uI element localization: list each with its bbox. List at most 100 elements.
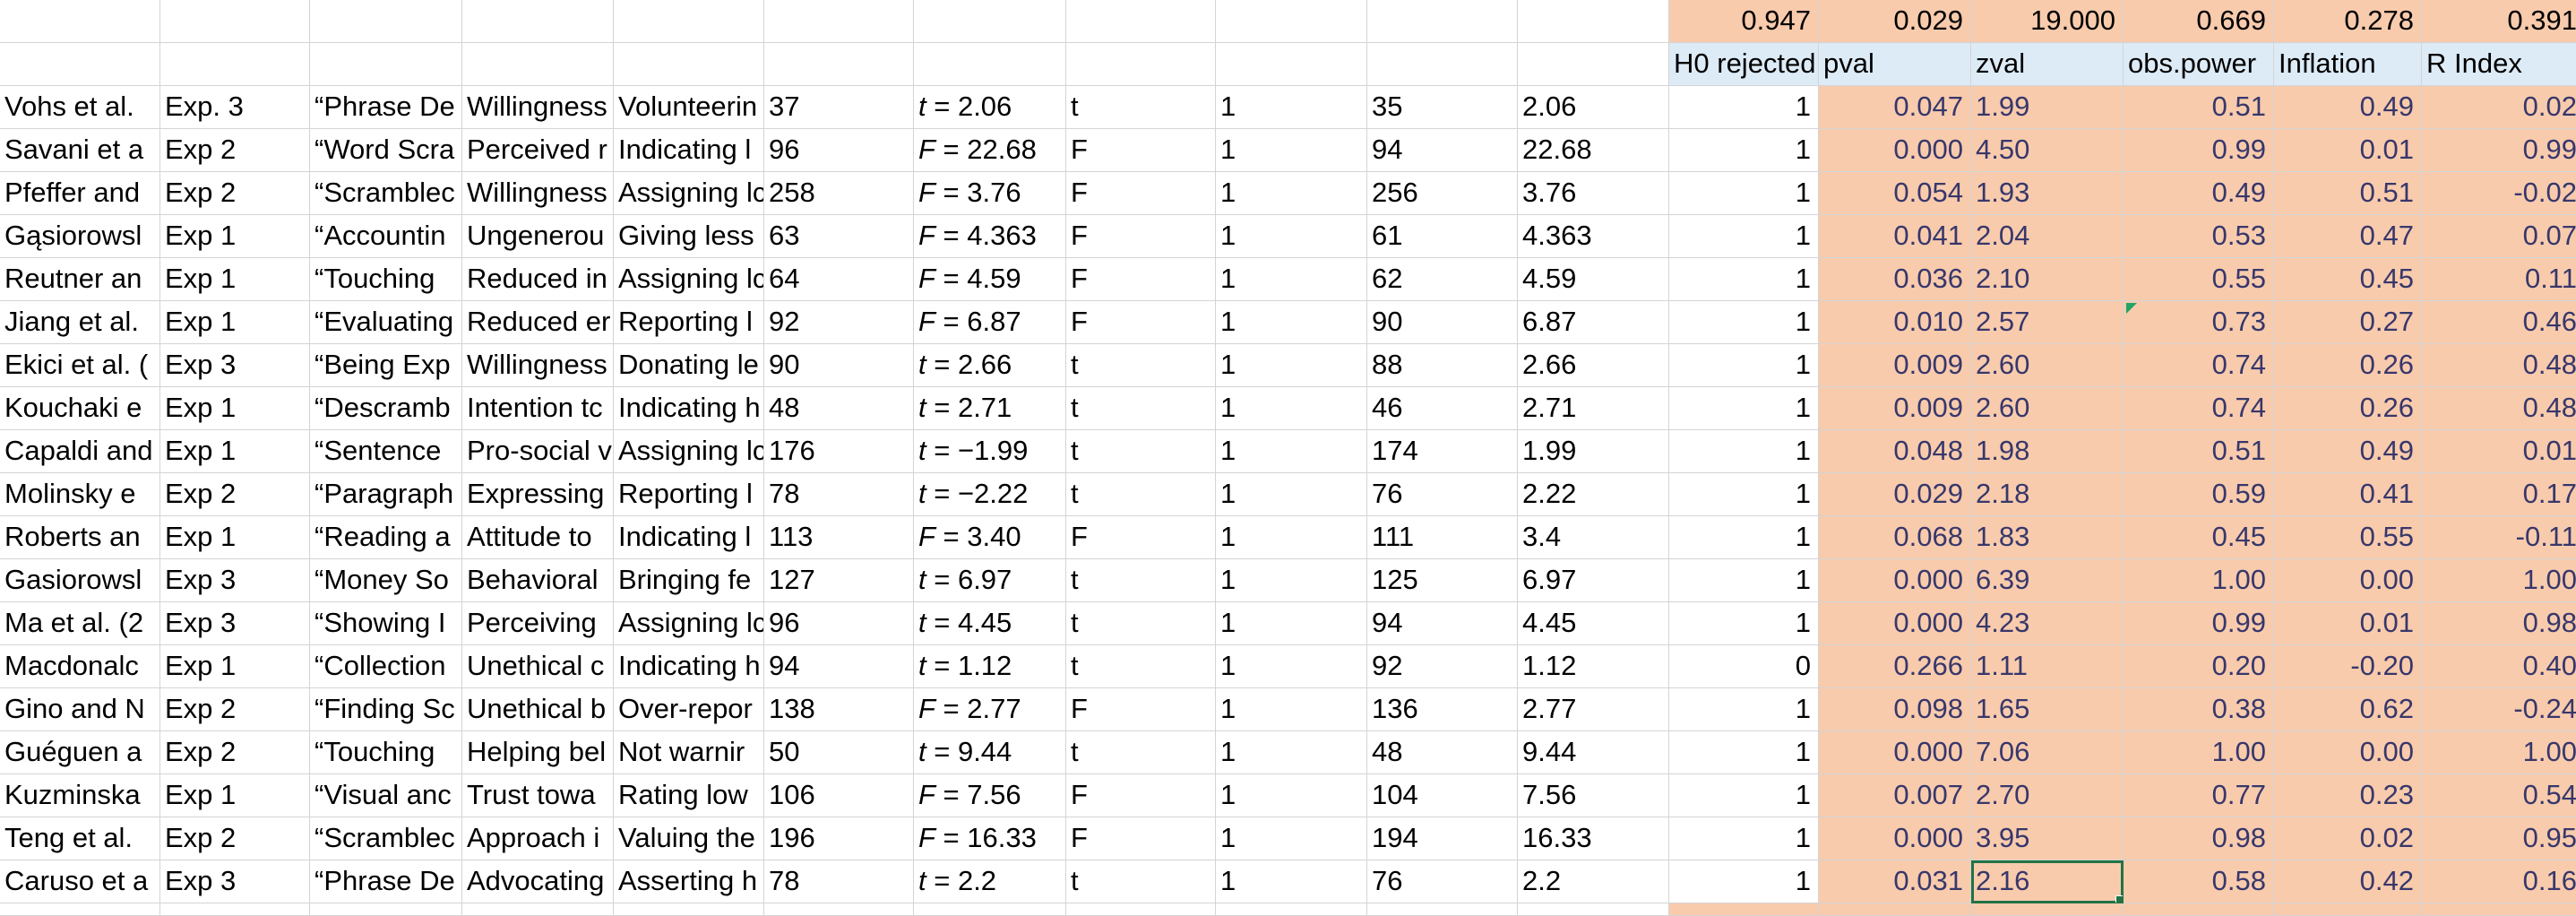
empty-cell[interactable] [0, 0, 160, 43]
summary-cell[interactable]: 0.669 [2124, 0, 2274, 43]
experiment-cell[interactable]: Exp 1 [160, 258, 310, 301]
summary-cell[interactable]: 0.391 [2422, 0, 2576, 43]
column-header-zval[interactable]: zval [1971, 43, 2124, 86]
empty-cell[interactable] [310, 43, 462, 86]
pval-cell[interactable]: 0.031 [1819, 860, 1971, 903]
df1-cell[interactable]: 1 [1216, 172, 1367, 215]
df1-cell[interactable]: 1 [1216, 86, 1367, 129]
zval-cell[interactable]: 2.60 [1971, 344, 2124, 387]
value-cell[interactable]: 22.68 [1518, 129, 1669, 172]
measure-cell[interactable]: Indicating l [614, 129, 764, 172]
sample-size-cell[interactable]: 90 [764, 344, 914, 387]
inflation-cell[interactable]: 0.49 [2274, 430, 2422, 473]
empty-cell[interactable] [1669, 903, 1819, 916]
h0-rejected-cell[interactable]: 1 [1669, 602, 1819, 645]
df2-cell[interactable]: 111 [1367, 516, 1518, 559]
test-type-cell[interactable]: F [1066, 172, 1216, 215]
df1-cell[interactable]: 1 [1216, 731, 1367, 774]
empty-cell[interactable] [0, 903, 160, 916]
inflation-cell[interactable]: 0.51 [2274, 172, 2422, 215]
empty-cell[interactable] [1518, 903, 1669, 916]
study-cell[interactable]: Kuzminska [0, 774, 160, 817]
study-cell[interactable]: Jiang et al. [0, 301, 160, 344]
r-index-cell[interactable]: 0.54 [2422, 774, 2576, 817]
empty-cell[interactable] [160, 903, 310, 916]
h0-rejected-cell[interactable]: 1 [1669, 344, 1819, 387]
empty-cell[interactable] [462, 903, 614, 916]
value-cell[interactable]: 7.56 [1518, 774, 1669, 817]
test-statistic-cell[interactable]: F = 3.40 [914, 516, 1066, 559]
empty-cell[interactable] [310, 0, 462, 43]
df2-cell[interactable]: 35 [1367, 86, 1518, 129]
h0-rejected-cell[interactable]: 1 [1669, 473, 1819, 516]
empty-cell[interactable] [1819, 903, 1971, 916]
test-statistic-cell[interactable]: F = 4.363 [914, 215, 1066, 258]
test-statistic-cell[interactable]: t = 1.12 [914, 645, 1066, 688]
pval-cell[interactable]: 0.000 [1819, 731, 1971, 774]
empty-cell[interactable] [310, 903, 462, 916]
measure-cell[interactable]: Bringing fe [614, 559, 764, 602]
pval-cell[interactable]: 0.098 [1819, 688, 1971, 731]
h0-rejected-cell[interactable]: 1 [1669, 215, 1819, 258]
measure-cell[interactable]: Assigning lc [614, 258, 764, 301]
test-type-cell[interactable]: F [1066, 688, 1216, 731]
inflation-cell[interactable]: 0.42 [2274, 860, 2422, 903]
obs-power-cell[interactable]: 0.74 [2124, 344, 2274, 387]
experiment-cell[interactable]: Exp 1 [160, 387, 310, 430]
df1-cell[interactable]: 1 [1216, 602, 1367, 645]
study-cell[interactable]: Ma et al. (2 [0, 602, 160, 645]
obs-power-cell[interactable]: 0.74 [2124, 387, 2274, 430]
empty-cell[interactable] [914, 903, 1066, 916]
zval-cell[interactable]: 7.06 [1971, 731, 2124, 774]
r-index-cell[interactable]: 0.98 [2422, 602, 2576, 645]
dependent-variable-cell[interactable]: Reduced in [462, 258, 614, 301]
dependent-variable-cell[interactable]: Perceived r [462, 129, 614, 172]
df2-cell[interactable]: 174 [1367, 430, 1518, 473]
study-cell[interactable]: Molinsky e [0, 473, 160, 516]
test-statistic-cell[interactable]: F = 7.56 [914, 774, 1066, 817]
test-type-cell[interactable]: t [1066, 602, 1216, 645]
manipulation-cell[interactable]: “Sentence [310, 430, 462, 473]
manipulation-cell[interactable]: “Touching [310, 731, 462, 774]
test-statistic-cell[interactable]: F = 22.68 [914, 129, 1066, 172]
test-statistic-cell[interactable]: t = 9.44 [914, 731, 1066, 774]
h0-rejected-cell[interactable]: 1 [1669, 430, 1819, 473]
manipulation-cell[interactable]: “Visual anc [310, 774, 462, 817]
df2-cell[interactable]: 48 [1367, 731, 1518, 774]
pval-cell[interactable]: 0.000 [1819, 817, 1971, 860]
r-index-cell[interactable]: 0.17 [2422, 473, 2576, 516]
dependent-variable-cell[interactable]: Pro-social v [462, 430, 614, 473]
empty-cell[interactable] [2274, 903, 2422, 916]
test-type-cell[interactable]: F [1066, 215, 1216, 258]
manipulation-cell[interactable]: “Collection [310, 645, 462, 688]
zval-cell[interactable]: 1.93 [1971, 172, 2124, 215]
experiment-cell[interactable]: Exp 3 [160, 559, 310, 602]
inflation-cell[interactable]: 0.23 [2274, 774, 2422, 817]
value-cell[interactable]: 4.363 [1518, 215, 1669, 258]
sample-size-cell[interactable]: 48 [764, 387, 914, 430]
manipulation-cell[interactable]: “Paragraph [310, 473, 462, 516]
r-index-cell[interactable]: 0.40 [2422, 645, 2576, 688]
empty-cell[interactable] [1066, 903, 1216, 916]
experiment-cell[interactable]: Exp 1 [160, 301, 310, 344]
obs-power-cell[interactable]: 0.55 [2124, 258, 2274, 301]
test-type-cell[interactable]: t [1066, 387, 1216, 430]
dependent-variable-cell[interactable]: Trust towa [462, 774, 614, 817]
value-cell[interactable]: 6.87 [1518, 301, 1669, 344]
df1-cell[interactable]: 1 [1216, 258, 1367, 301]
empty-cell[interactable] [160, 43, 310, 86]
df1-cell[interactable]: 1 [1216, 430, 1367, 473]
measure-cell[interactable]: Asserting h [614, 860, 764, 903]
obs-power-cell[interactable]: 1.00 [2124, 559, 2274, 602]
test-type-cell[interactable]: t [1066, 473, 1216, 516]
measure-cell[interactable]: Reporting l [614, 301, 764, 344]
summary-cell[interactable]: 19.000 [1971, 0, 2124, 43]
h0-rejected-cell[interactable]: 1 [1669, 172, 1819, 215]
sample-size-cell[interactable]: 96 [764, 129, 914, 172]
experiment-cell[interactable]: Exp 2 [160, 129, 310, 172]
empty-cell[interactable] [1518, 43, 1669, 86]
value-cell[interactable]: 2.71 [1518, 387, 1669, 430]
study-cell[interactable]: Kouchaki e [0, 387, 160, 430]
value-cell[interactable]: 1.99 [1518, 430, 1669, 473]
inflation-cell[interactable]: 0.26 [2274, 387, 2422, 430]
